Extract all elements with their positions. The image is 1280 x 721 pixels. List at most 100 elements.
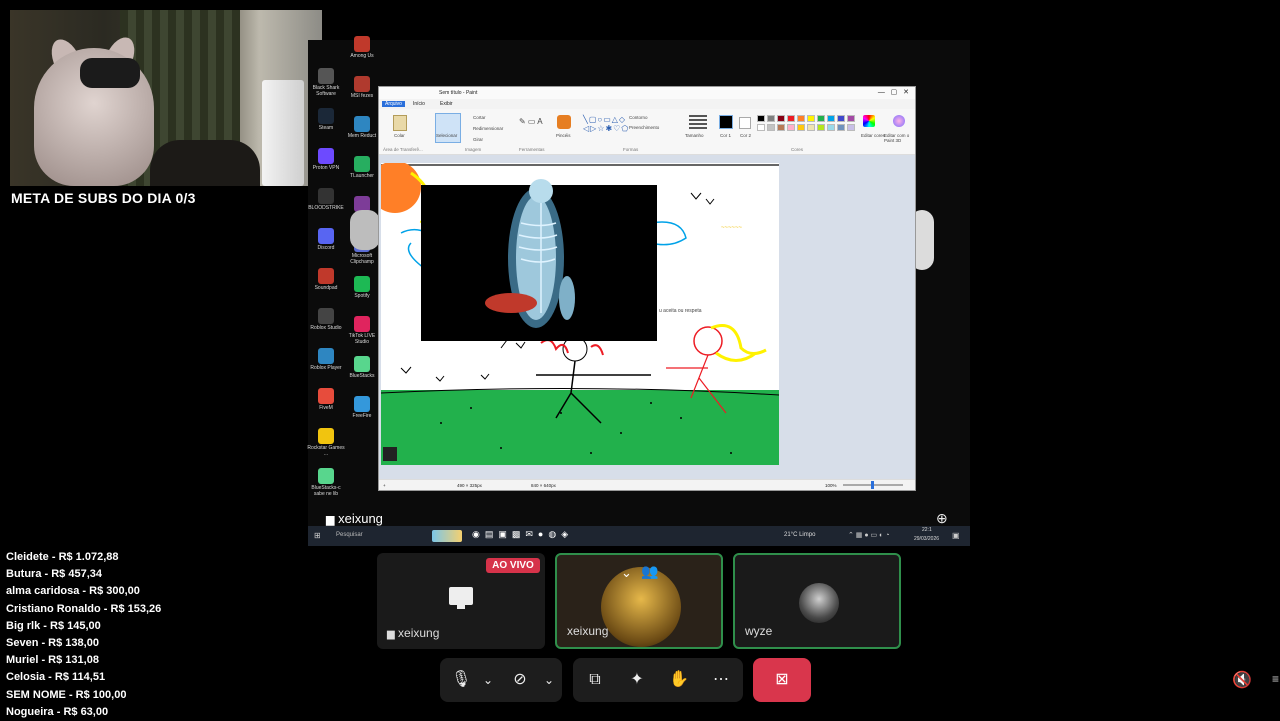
participant-name: xeixung: [567, 624, 609, 638]
palette-swatch[interactable]: [797, 115, 805, 122]
pc-tower: [262, 80, 304, 186]
desktop-icon[interactable]: Spotify: [342, 276, 382, 300]
palette-swatch[interactable]: [847, 124, 855, 131]
palette-swatch[interactable]: [827, 115, 835, 122]
paint-window[interactable]: Sem título - Paint — ▢ ✕ Arquivo Início …: [378, 86, 916, 491]
leave-call-button[interactable]: ⊠: [753, 658, 811, 702]
palette-swatch[interactable]: [777, 115, 785, 122]
desktop-icon[interactable]: TikTok LIVE Studio: [342, 316, 382, 345]
desktop-icon[interactable]: FiveM: [306, 388, 346, 412]
add-icon[interactable]: +: [383, 480, 386, 491]
desktop-icon[interactable]: Rockstar Games ...: [306, 428, 346, 457]
desktop-icon[interactable]: BlueStacks: [342, 356, 382, 380]
palette-swatch[interactable]: [817, 124, 825, 131]
camera-chevron-down-icon[interactable]: ⌄: [539, 670, 559, 690]
zoom-icon[interactable]: ⊕: [936, 510, 956, 530]
drawing-canvas[interactable]: u aceita ou respeta ~~~~~~: [381, 163, 779, 465]
resize-label[interactable]: Redimensionar: [473, 126, 503, 131]
canvas-text: u aceita ou respeta: [659, 308, 702, 314]
palette-swatch[interactable]: [827, 124, 835, 131]
app-icon: [354, 36, 370, 52]
palette-swatch[interactable]: [777, 124, 785, 131]
color1-swatch[interactable]: [719, 115, 733, 129]
palette-swatch[interactable]: [797, 124, 805, 131]
palette-swatch[interactable]: [837, 124, 845, 131]
menu-inicio[interactable]: Início: [413, 101, 425, 107]
desktop-icon[interactable]: Discord: [306, 228, 346, 252]
reactions-icon[interactable]: ✋: [669, 670, 689, 690]
taskbar-search[interactable]: Pesquisar: [336, 532, 363, 538]
desktop-icon[interactable]: Soundpad: [306, 268, 346, 292]
rotate-label[interactable]: Girar: [473, 137, 483, 142]
desktop-icon[interactable]: Roblox Studio: [306, 308, 346, 332]
palette-swatch[interactable]: [787, 115, 795, 122]
tools-icons[interactable]: ✎ ▭ A: [519, 117, 543, 126]
notification-icon[interactable]: ▣: [952, 531, 960, 540]
group-clipboard: Área de Transferê...: [383, 147, 423, 152]
palette-swatch[interactable]: [787, 124, 795, 131]
desktop-icon[interactable]: MSI fezes: [342, 76, 382, 100]
group-colors: Cores: [791, 147, 804, 152]
participant-tile-camera[interactable]: ⌄ 👥 xeixung: [555, 553, 723, 649]
group-icon[interactable]: 👥: [641, 563, 658, 580]
color-palette[interactable]: [757, 115, 861, 131]
palette-swatch[interactable]: [807, 115, 815, 122]
donor-item: Butura - R$ 457,34: [6, 568, 102, 581]
tray-icons[interactable]: ⌃ ▦ ● ▭ ◐ ◔: [848, 531, 890, 539]
crop-label[interactable]: Cortar: [473, 115, 486, 120]
speaker-muted-icon[interactable]: 🔇: [1232, 670, 1256, 690]
palette-swatch[interactable]: [757, 124, 765, 131]
select-button[interactable]: [435, 113, 461, 143]
desktop-icon[interactable]: Among Us: [342, 36, 382, 60]
menu-arquivo[interactable]: Arquivo: [382, 101, 405, 107]
mic-chevron-down-icon[interactable]: ⌄: [478, 670, 498, 690]
app-icon: [354, 276, 370, 292]
window-controls[interactable]: — ▢ ✕: [878, 87, 909, 99]
screen-share-icon: ▆: [326, 514, 335, 526]
palette-swatch[interactable]: [767, 115, 775, 122]
size-icon[interactable]: [689, 115, 707, 129]
avatar: [799, 583, 839, 623]
desktop-icon[interactable]: BLOODSTRIKE: [306, 188, 346, 212]
chevron-down-icon[interactable]: ⌄: [621, 565, 632, 581]
desktop-icon[interactable]: TLauncher: [342, 156, 382, 180]
microphone-icon[interactable]: 🎙: [451, 670, 471, 690]
share-screen-icon[interactable]: ⧉: [585, 670, 605, 690]
desktop-icon[interactable]: Steam: [306, 108, 346, 132]
zoom-slider[interactable]: [843, 481, 903, 489]
menu-exibir[interactable]: Exibir: [440, 101, 453, 107]
palette-swatch[interactable]: [837, 115, 845, 122]
camera-off-icon[interactable]: ⊘: [510, 670, 530, 690]
headset: [80, 58, 140, 88]
desktop-icon[interactable]: Black Shark Software: [306, 68, 346, 97]
palette-swatch[interactable]: [767, 124, 775, 131]
outline-label[interactable]: Contorno: [629, 115, 648, 120]
shapes-gallery[interactable]: ╲▢○▭△◇ ◁▷☆✱♡⬠: [583, 115, 629, 133]
app-icon: [318, 228, 334, 244]
paste-icon[interactable]: [393, 115, 407, 131]
participant-tile-avatar[interactable]: wyze: [733, 553, 901, 649]
more-icon[interactable]: ⋯: [711, 670, 731, 690]
taskbar-apps[interactable]: ◉▤▣▩✉●◍◈: [472, 529, 573, 540]
desktop-icon[interactable]: Proton VPN: [306, 148, 346, 172]
edit-colors-icon[interactable]: [863, 115, 875, 127]
zoom-thumb[interactable]: [871, 481, 874, 489]
group-shapes: Formas: [623, 147, 639, 152]
desktop-icon[interactable]: FreeFire: [342, 396, 382, 420]
desktop-icon[interactable]: Mem Reduct: [342, 116, 382, 140]
menu-edge-icon[interactable]: ≡: [1272, 672, 1280, 686]
brushes-icon[interactable]: [557, 115, 571, 129]
leave-icon: ⊠: [775, 671, 789, 688]
effects-icon[interactable]: ✦: [627, 670, 647, 690]
weather: 21°C Limpo: [784, 532, 816, 538]
color2-swatch[interactable]: [739, 117, 751, 129]
palette-swatch[interactable]: [757, 115, 765, 122]
palette-swatch[interactable]: [807, 124, 815, 131]
palette-swatch[interactable]: [847, 115, 855, 122]
desktop-icon[interactable]: BlueStacks-c sabe ne lib: [306, 468, 346, 497]
start-icon[interactable]: ⊞: [314, 531, 321, 540]
desktop-icon[interactable]: Roblox Player: [306, 348, 346, 372]
fill-label[interactable]: Preenchimento: [629, 125, 659, 130]
palette-swatch[interactable]: [817, 115, 825, 122]
paint3d-icon[interactable]: [893, 115, 905, 127]
